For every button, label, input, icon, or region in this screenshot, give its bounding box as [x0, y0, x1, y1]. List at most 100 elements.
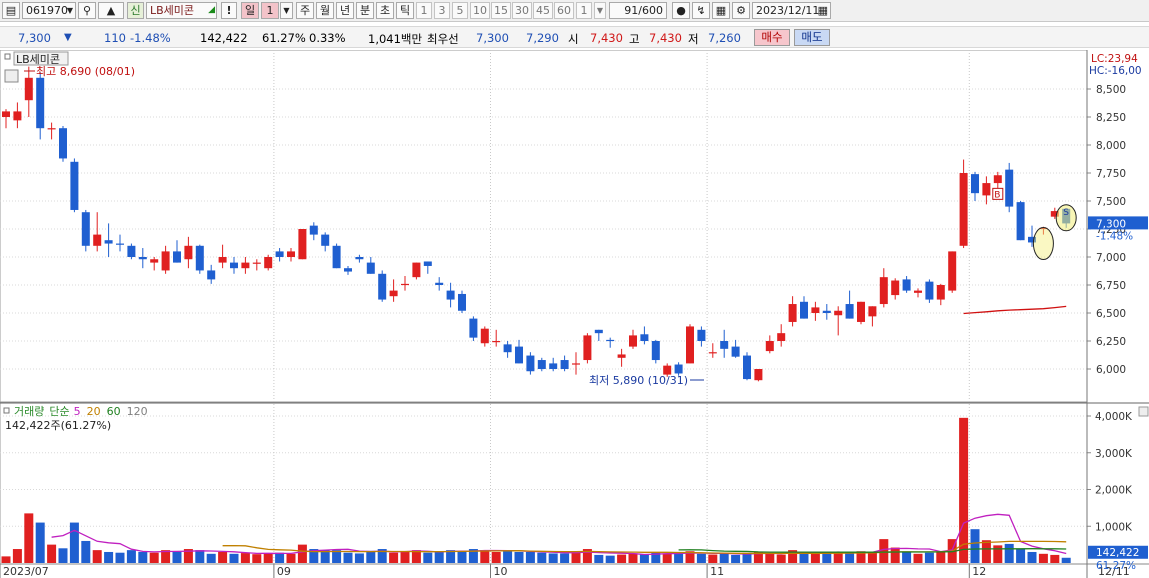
hc-label: HC:-16,00	[1089, 65, 1142, 77]
volume-bar	[149, 552, 159, 563]
candle-body	[287, 251, 295, 257]
interval-1-button[interactable]: 1	[416, 2, 432, 19]
volume-bar	[366, 550, 376, 563]
period-month-button[interactable]: 월	[316, 2, 334, 19]
candle-body	[446, 290, 455, 300]
volume-bar	[696, 553, 706, 563]
volume-bar	[639, 554, 649, 563]
sound-icon[interactable]: ▲	[98, 2, 124, 19]
candle-body	[298, 229, 307, 260]
candle-body	[845, 304, 854, 319]
period-tick-button[interactable]: 틱	[396, 2, 414, 19]
candle-body	[230, 262, 238, 269]
interval-30-button[interactable]: 30	[512, 2, 532, 19]
chevron-down-icon[interactable]: ▼	[280, 2, 293, 19]
volume-bar	[1, 556, 11, 563]
price-volume-chart[interactable]: BS 8,5008,2508,0007,7507,5007,2507,0006,…	[0, 50, 1149, 578]
sell-signal-label: S	[1063, 208, 1069, 218]
volume-bar	[138, 551, 148, 563]
volume-bar	[845, 552, 855, 563]
candle-body	[617, 354, 626, 358]
interval-45-button[interactable]: 45	[533, 2, 553, 19]
open-price: 7,430	[590, 31, 623, 45]
interval-3-button[interactable]: 3	[434, 2, 450, 19]
date-field[interactable]: 2023/12/11 ▦	[752, 2, 831, 19]
stock-code-input[interactable]: 061970 ▼	[22, 2, 76, 19]
period-week-button[interactable]: 주	[296, 2, 314, 19]
collapse-panel-icon[interactable]	[1138, 406, 1149, 417]
volume-bar	[423, 552, 433, 563]
x-tick-label: 12	[972, 565, 986, 578]
chevron-down-icon[interactable]: ▼	[594, 2, 606, 19]
candle-body	[344, 268, 352, 272]
candle-body	[1005, 169, 1014, 207]
legend-ma20: 20	[87, 405, 101, 418]
volume-tick-label: 3,000K	[1095, 448, 1133, 460]
volume-bar	[525, 551, 535, 563]
interval-10-button[interactable]: 10	[470, 2, 490, 19]
interval-15-button[interactable]: 15	[491, 2, 511, 19]
calculator-icon[interactable]	[4, 69, 19, 83]
period-minute-button[interactable]: 분	[356, 2, 374, 19]
volume-tick-label: 1,000K	[1095, 521, 1133, 533]
candle-body	[982, 183, 991, 196]
volume-bar	[24, 513, 34, 563]
save-icon[interactable]: ▦	[712, 2, 730, 19]
candle-body	[731, 346, 740, 357]
low-label: 저	[688, 32, 699, 46]
volume-bar	[115, 552, 125, 563]
interval-value-field[interactable]: 1	[576, 2, 592, 19]
candle-body	[594, 329, 603, 334]
candle-body	[697, 329, 706, 341]
chevron-down-icon: ▼	[66, 6, 73, 15]
period-year-button[interactable]: 년	[336, 2, 354, 19]
buy-button[interactable]: 매수	[754, 29, 790, 46]
price-tick-label: 8,250	[1096, 112, 1126, 124]
period-count-field[interactable]: 1	[261, 2, 279, 19]
period-day-button[interactable]: 일	[241, 2, 259, 19]
volume-bar	[389, 552, 399, 563]
volume-bar	[1061, 557, 1071, 563]
volume-bar	[731, 554, 741, 563]
period-second-button[interactable]: 초	[376, 2, 394, 19]
volume-bar	[275, 552, 285, 563]
open-label: 시	[568, 32, 579, 46]
volume-bar	[571, 551, 581, 563]
candle-body	[173, 251, 181, 263]
candle-body	[138, 257, 147, 260]
best-ask: 7,300	[476, 31, 509, 45]
stock-name-field[interactable]: LB세미콘 ◢	[146, 2, 217, 19]
down-arrow-icon: ▼	[64, 32, 72, 43]
volume-bar	[354, 553, 364, 563]
volume-bar	[126, 550, 136, 563]
x-tick-label: 10	[494, 565, 508, 578]
volume-bar	[867, 551, 877, 563]
search-icon[interactable]: ⚲	[78, 2, 96, 19]
legend-ma5: 5	[74, 405, 81, 418]
menu-icon[interactable]: ▤	[2, 2, 20, 19]
zoom-icon[interactable]: ↯	[692, 2, 710, 19]
interval-5-button[interactable]: 5	[452, 2, 468, 19]
sell-button[interactable]: 매도	[794, 29, 830, 46]
candle-body	[458, 293, 466, 311]
volume-bar	[879, 539, 889, 563]
price-tick-label: 7,750	[1096, 168, 1126, 180]
corner-flag-icon: ◢	[208, 5, 215, 15]
interval-60-button[interactable]: 60	[554, 2, 574, 19]
price-tick-label: 7,500	[1096, 196, 1126, 208]
candle-body	[378, 273, 387, 300]
alert-button[interactable]: !	[221, 2, 237, 19]
high-price: 7,430	[649, 31, 682, 45]
candle-body	[640, 334, 649, 341]
chart-tool-icon[interactable]: ●	[672, 2, 690, 19]
candle-body	[81, 212, 90, 246]
volume-bar	[434, 551, 444, 563]
gear-icon[interactable]: ⚙	[732, 2, 750, 19]
candle-body	[332, 245, 341, 269]
candle-body	[423, 261, 432, 266]
count-field[interactable]: 91/600	[609, 2, 667, 19]
volume-bar	[970, 529, 980, 563]
candle-body	[355, 257, 364, 260]
candle-body	[800, 301, 808, 319]
candle-body	[651, 341, 660, 361]
